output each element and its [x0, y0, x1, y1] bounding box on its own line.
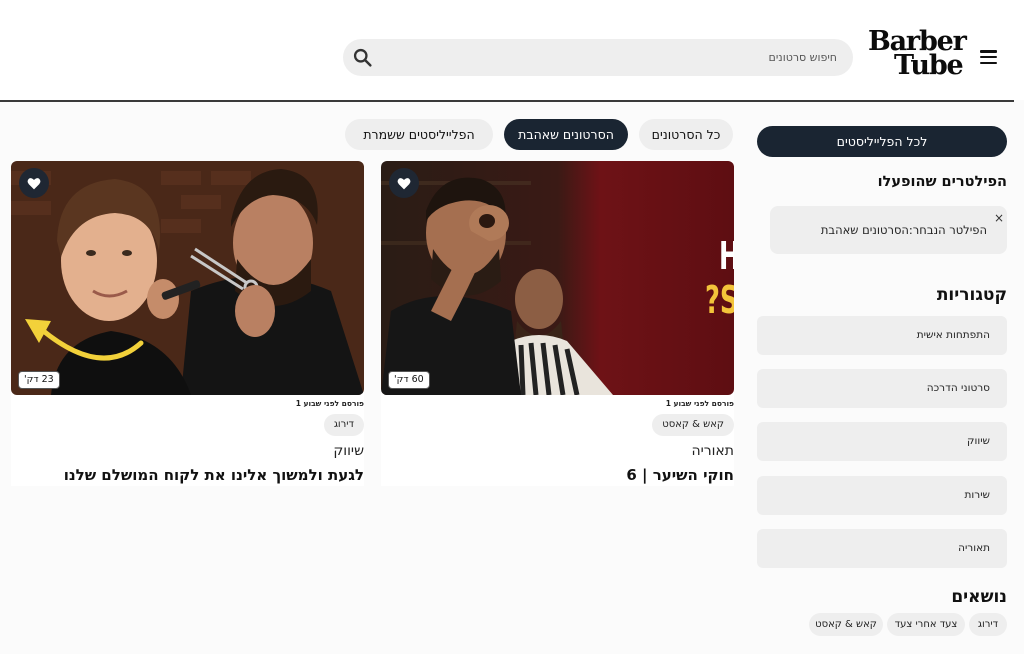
- header-divider: [0, 100, 1014, 102]
- video-thumbnail[interactable]: 23 דק': [11, 161, 364, 395]
- video-card: HOW CLIENTS SEE YOU? 60 דק' פורסם לפני ש…: [381, 161, 734, 486]
- tab-liked-videos[interactable]: הסרטונים שאהבת: [504, 119, 628, 150]
- video-thumbnail[interactable]: HOW CLIENTS SEE YOU? 60 דק': [381, 161, 734, 395]
- video-category: שיווק: [333, 443, 364, 459]
- search-icon[interactable]: [352, 47, 373, 68]
- active-filter-chip: × הפילטר הנבחר:הסרטונים שאהבת: [770, 206, 1007, 254]
- tab-all-videos[interactable]: כל הסרטונים: [639, 119, 733, 150]
- video-card: 23 דק' פורסם לפני שבוע 1 דירוג שיווק לגע…: [11, 161, 364, 486]
- all-playlists-button[interactable]: לכל הפלייליסטים: [757, 126, 1007, 157]
- logo-line-2: Tube: [894, 50, 964, 81]
- duration-badge: 23 דק': [18, 371, 60, 389]
- category-item-marketing[interactable]: שיווק: [757, 422, 1007, 461]
- video-title[interactable]: חוקי השיער | 6: [626, 466, 734, 484]
- category-item-theory[interactable]: תאוריה: [757, 529, 1007, 568]
- categories-heading: קטגוריות: [936, 285, 1007, 305]
- video-tag[interactable]: קאש & קאסט: [652, 414, 734, 436]
- video-tag[interactable]: דירוג: [323, 414, 364, 436]
- published-date: פורסם לפני שבוע 1: [295, 399, 364, 408]
- category-label: סרטוני הדרכה: [926, 382, 990, 394]
- category-item-personal-development[interactable]: התפתחות אישית: [757, 316, 1007, 355]
- like-heart-icon[interactable]: [19, 168, 49, 198]
- topic-chip-cash-and-cast[interactable]: קאש & קאסט: [809, 613, 883, 636]
- remove-filter-icon[interactable]: ×: [994, 212, 1004, 224]
- duration-badge: 60 דק': [388, 371, 430, 389]
- search-input[interactable]: [387, 39, 843, 76]
- thumbnail-headline-line-1: HOW CLIENTS: [719, 234, 734, 278]
- topics-heading: נושאים: [951, 587, 1007, 607]
- category-label: התפתחות אישית: [916, 329, 990, 341]
- header: Barber Tube: [0, 0, 1024, 100]
- logo[interactable]: Barber Tube: [868, 28, 972, 81]
- published-date: פורסם לפני שבוע 1: [665, 399, 734, 408]
- topic-chip-step-by-step[interactable]: צעד אחרי צעד: [887, 613, 965, 636]
- tab-saved-playlists[interactable]: הפלייליסטים ששמרת: [345, 119, 493, 150]
- category-label: תאוריה: [958, 542, 990, 554]
- active-filter-text: הפילטר הנבחר:הסרטונים שאהבת: [820, 223, 987, 237]
- thumbnail-headline-line-2: SEE YOU?: [705, 278, 734, 322]
- topic-chip-rating[interactable]: דירוג: [969, 613, 1007, 636]
- active-filters-heading: הפילטרים שהופעלו: [877, 174, 1007, 190]
- menu-icon[interactable]: [980, 50, 997, 64]
- search-bar: [343, 39, 853, 76]
- video-title[interactable]: לגעת ולמשוך אלינו את לקוח המושלם שלנו: [64, 466, 364, 484]
- category-item-service[interactable]: שירות: [757, 476, 1007, 515]
- category-item-tutorials[interactable]: סרטוני הדרכה: [757, 369, 1007, 408]
- category-label: שיווק: [967, 435, 990, 447]
- like-heart-icon[interactable]: [389, 168, 419, 198]
- video-category: תאוריה: [691, 443, 734, 459]
- category-label: שירות: [964, 489, 990, 501]
